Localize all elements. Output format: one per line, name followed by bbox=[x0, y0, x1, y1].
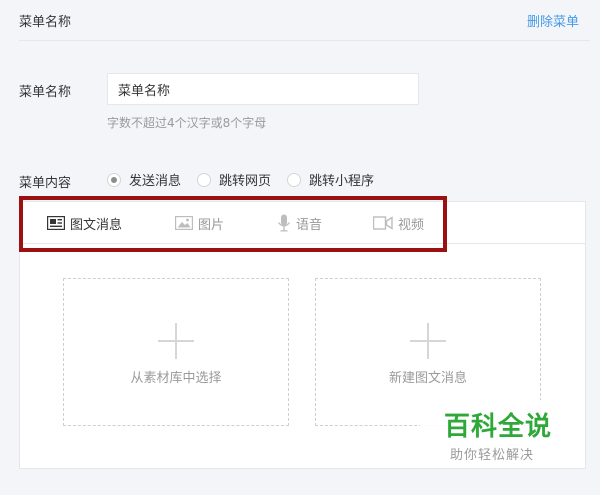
tab-image[interactable]: 图片 bbox=[175, 202, 224, 244]
menu-name-label: 菜单名称 bbox=[19, 85, 72, 100]
tab-voice[interactable]: 语音 bbox=[277, 202, 322, 244]
video-icon bbox=[373, 216, 393, 230]
radio-jump-miniprogram[interactable]: 跳转小程序 bbox=[287, 170, 374, 189]
news-icon bbox=[47, 216, 65, 230]
plus-icon bbox=[410, 323, 446, 359]
delete-menu-link[interactable]: 删除菜单 bbox=[527, 11, 579, 30]
tab-label: 语音 bbox=[296, 217, 323, 233]
radio-label: 发送消息 bbox=[129, 174, 182, 189]
panel-title: 菜单名称 bbox=[19, 15, 72, 30]
select-from-library-card[interactable]: 从素材库中选择 bbox=[63, 278, 289, 426]
header-divider bbox=[19, 40, 590, 41]
watermark: 百科全说 助你轻松解决 bbox=[420, 400, 580, 468]
card-label: 从素材库中选择 bbox=[130, 371, 222, 386]
radio-unchecked-icon bbox=[197, 172, 212, 187]
message-type-tabs: 图文消息 图片 语音 视频 bbox=[20, 202, 585, 244]
plus-icon bbox=[158, 323, 194, 359]
microphone-icon bbox=[277, 214, 291, 232]
menu-editor-panel: 菜单名称 删除菜单 菜单名称 字数不超过4个汉字或8个字母 菜单内容 发送消息 … bbox=[0, 0, 600, 495]
tab-label: 视频 bbox=[398, 217, 425, 233]
watermark-brand: 百科全说 bbox=[444, 412, 553, 442]
radio-label: 跳转网页 bbox=[219, 174, 272, 189]
tab-label: 图文消息 bbox=[70, 217, 123, 233]
radio-send-message[interactable]: 发送消息 bbox=[107, 170, 181, 189]
image-icon bbox=[175, 216, 193, 230]
card-label: 新建图文消息 bbox=[388, 371, 467, 386]
tab-news[interactable]: 图文消息 bbox=[47, 202, 122, 244]
radio-jump-webpage[interactable]: 跳转网页 bbox=[197, 170, 271, 189]
menu-name-hint: 字数不超过4个汉字或8个字母 bbox=[107, 116, 267, 130]
watermark-slogan: 助你轻松解决 bbox=[450, 448, 535, 463]
radio-label: 跳转小程序 bbox=[309, 174, 375, 189]
radio-unchecked-icon bbox=[287, 172, 302, 187]
content-type-radio-group: 发送消息 跳转网页 跳转小程序 bbox=[107, 170, 390, 189]
tab-label: 图片 bbox=[198, 217, 225, 233]
menu-content-label: 菜单内容 bbox=[19, 176, 72, 191]
tab-video[interactable]: 视频 bbox=[373, 202, 424, 244]
radio-checked-icon bbox=[107, 172, 121, 187]
menu-name-input[interactable] bbox=[107, 73, 419, 105]
